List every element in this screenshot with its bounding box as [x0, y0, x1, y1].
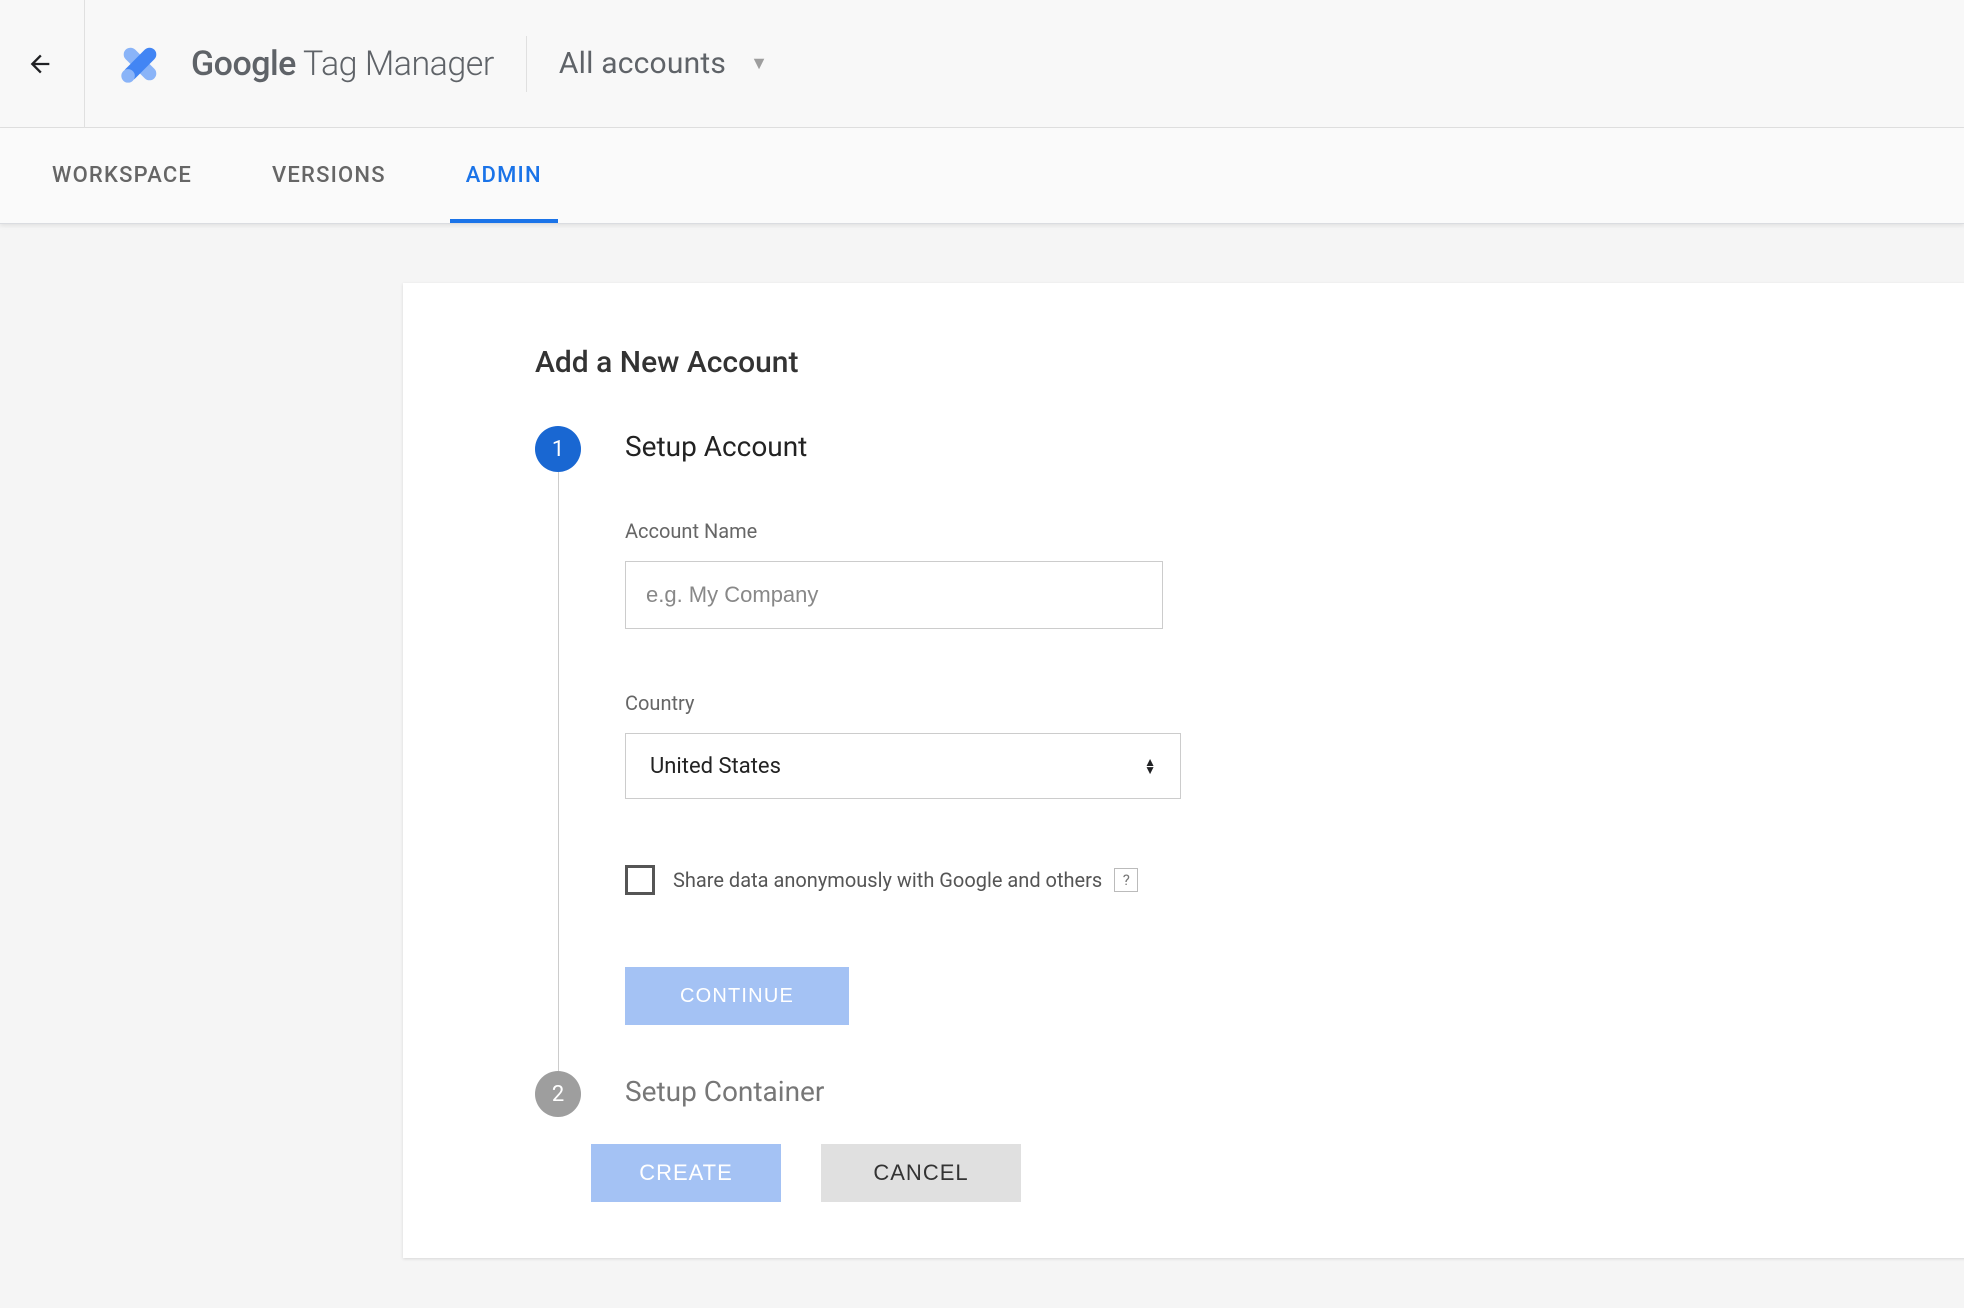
account-selector-label: All accounts: [559, 46, 726, 81]
help-icon[interactable]: ?: [1114, 868, 1138, 892]
product-logo-block[interactable]: Google Tag Manager: [113, 37, 494, 91]
product-title: Google Tag Manager: [191, 44, 494, 84]
header-bar: Google Tag Manager All accounts ▼: [0, 0, 1964, 128]
back-button[interactable]: [16, 40, 64, 88]
nav-tabs: WORKSPACE VERSIONS ADMIN: [0, 128, 1964, 224]
country-label: Country: [625, 691, 1836, 715]
account-selector[interactable]: All accounts ▼: [559, 46, 768, 81]
tab-workspace[interactable]: WORKSPACE: [52, 128, 192, 223]
tab-admin[interactable]: ADMIN: [466, 128, 542, 223]
arrow-left-icon: [26, 50, 54, 78]
divider: [84, 0, 85, 128]
select-arrows-icon: ▲▼: [1144, 758, 1156, 774]
step-1: 1 Setup Account Account Name Country Uni…: [535, 426, 1836, 1025]
step-2-title: Setup Container: [625, 1075, 1836, 1108]
account-name-label: Account Name: [625, 519, 1836, 543]
country-value: United States: [650, 754, 781, 779]
continue-button[interactable]: CONTINUE: [625, 967, 849, 1025]
content-card: Add a New Account 1 Setup Account Accoun…: [403, 283, 1964, 1258]
share-data-checkbox[interactable]: [625, 865, 655, 895]
page-title: Add a New Account: [535, 345, 1836, 380]
chevron-down-icon: ▼: [750, 53, 768, 74]
step-connector-line: [558, 472, 559, 1071]
tab-versions[interactable]: VERSIONS: [272, 128, 386, 223]
step-2-badge: 2: [535, 1071, 581, 1117]
step-2: 2 Setup Container: [535, 1071, 1836, 1117]
bottom-button-row: CREATE CANCEL: [591, 1144, 1021, 1202]
step-1-title: Setup Account: [625, 430, 1836, 463]
cancel-button[interactable]: CANCEL: [821, 1144, 1021, 1202]
create-button[interactable]: CREATE: [591, 1144, 781, 1202]
gtm-logo-icon: [113, 37, 167, 91]
account-name-input[interactable]: [625, 561, 1163, 629]
step-1-badge: 1: [535, 426, 581, 472]
country-select[interactable]: United States ▲▼: [625, 733, 1181, 799]
share-data-label: Share data anonymously with Google and o…: [673, 868, 1102, 892]
divider: [526, 36, 527, 92]
